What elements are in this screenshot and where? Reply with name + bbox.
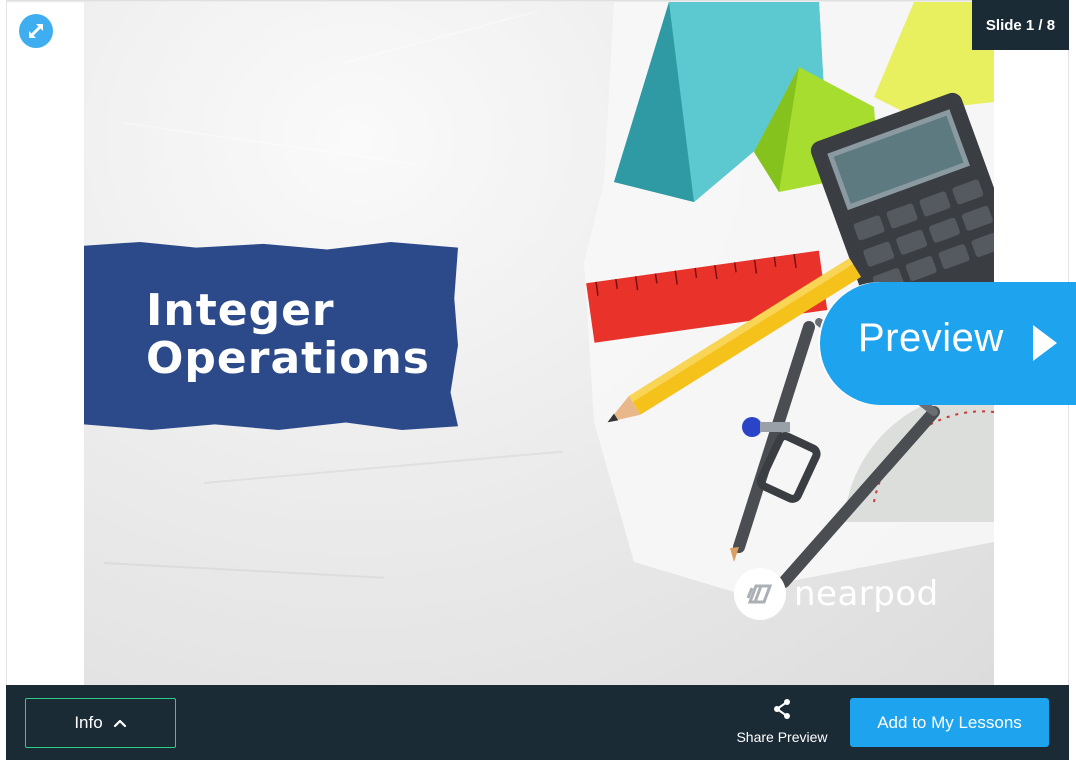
paper-crease — [123, 122, 422, 166]
share-preview-button[interactable]: Share Preview — [732, 698, 832, 748]
bottom-toolbar: Info Share Preview Add to My Lessons — [6, 685, 1069, 760]
slide-counter: Slide 1 / 8 — [972, 0, 1069, 50]
preview-button[interactable]: Preview — [820, 282, 1076, 405]
preview-label: Preview — [858, 316, 1004, 360]
play-triangle-icon — [1033, 325, 1057, 361]
chevron-up-icon — [113, 719, 126, 728]
share-icon — [774, 699, 790, 719]
nearpod-logo: nearpod — [734, 568, 939, 620]
expand-arrows-icon — [29, 24, 43, 38]
nearpod-logo-icon — [734, 568, 786, 620]
paper-crease — [343, 10, 538, 64]
expand-button[interactable] — [19, 14, 53, 48]
info-button[interactable]: Info — [25, 698, 176, 748]
add-to-my-lessons-button[interactable]: Add to My Lessons — [850, 698, 1049, 747]
logo-text: nearpod — [794, 574, 939, 614]
slide-title: Integer Operations — [146, 285, 430, 384]
share-preview-label: Share Preview — [736, 729, 828, 745]
info-label: Info — [74, 713, 103, 732]
left-frame — [0, 0, 7, 685]
paper-crease — [203, 450, 563, 484]
paper-crease — [103, 562, 384, 579]
